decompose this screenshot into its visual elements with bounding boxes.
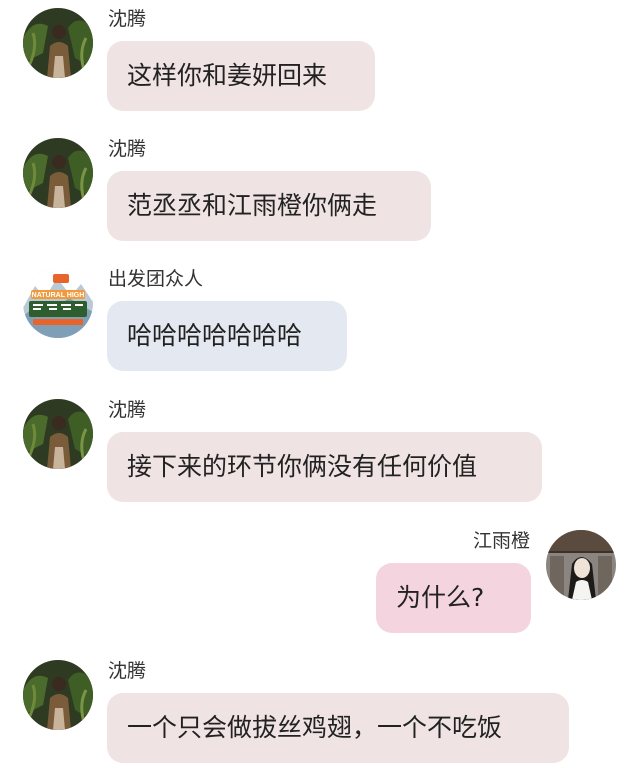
message-text: 这样你和姜妍回来 xyxy=(127,61,328,90)
shen-teng-avatar-icon[interactable] xyxy=(23,660,93,730)
sender-name: 沈腾 xyxy=(108,660,147,682)
jiang-yucheng-avatar-icon[interactable] xyxy=(546,530,616,600)
message-bubble[interactable]: 范丞丞和江雨橙你俩走 xyxy=(107,171,431,241)
message-bubble[interactable]: 哈哈哈哈哈哈哈 xyxy=(107,301,347,371)
shen-teng-avatar-icon[interactable] xyxy=(23,138,93,208)
message-text: 一个只会做拔丝鸡翅，一个不吃饭 xyxy=(127,713,503,742)
message-text: 接下来的环节你俩没有任何价值 xyxy=(127,452,478,481)
sender-name: 沈腾 xyxy=(108,399,147,421)
sender-name: 沈腾 xyxy=(108,8,147,30)
message-bubble[interactable]: 为什么? xyxy=(376,563,531,633)
chat-thread: 沈腾 这样你和姜妍回来 沈腾 范丞丞和江雨橙你俩走 NATURAL HIGH 出… xyxy=(0,0,640,772)
sender-name: 江雨橙 xyxy=(472,530,530,552)
shen-teng-avatar-icon[interactable] xyxy=(23,8,93,78)
logo-text: NATURAL HIGH xyxy=(32,292,85,299)
message-bubble[interactable]: 接下来的环节你俩没有任何价值 xyxy=(107,432,542,502)
sender-name: 沈腾 xyxy=(108,138,147,160)
message-text: 哈哈哈哈哈哈哈 xyxy=(127,321,303,350)
sender-name: 出发团众人 xyxy=(108,268,204,290)
message-text: 为什么? xyxy=(396,583,485,612)
group-logo-avatar-icon[interactable]: NATURAL HIGH xyxy=(23,268,93,338)
message-text: 范丞丞和江雨橙你俩走 xyxy=(127,191,378,220)
shen-teng-avatar-icon[interactable] xyxy=(23,399,93,469)
message-bubble[interactable]: 这样你和姜妍回来 xyxy=(107,41,375,111)
message-bubble[interactable]: 一个只会做拔丝鸡翅，一个不吃饭 xyxy=(107,693,569,763)
